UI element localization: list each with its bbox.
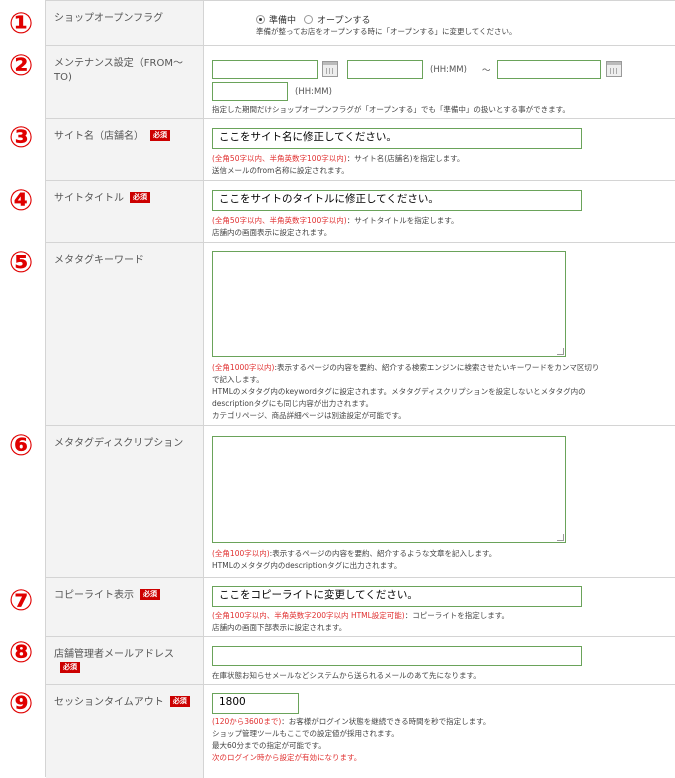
- row-session-timeout: セッションタイムアウト 必須 1800 (120から3600まで)：お客様がログイ…: [46, 684, 675, 778]
- row-site-name: サイト名（店舗名） 必須 ここをサイト名に修正してください。 (全角50字以内、半…: [46, 118, 675, 181]
- maintenance-to-time-input[interactable]: [212, 82, 288, 101]
- maintenance-from-time-input[interactable]: [347, 60, 423, 79]
- resize-handle[interactable]: [557, 534, 564, 541]
- help-text: 準備が整ってお店をオープンする時に「オープンする」に変更してください。: [256, 27, 517, 36]
- marker-6: ⑥: [8, 428, 34, 462]
- help-text: ：コピーライトを指定します。: [404, 611, 509, 620]
- help-text: で記入します。: [212, 375, 264, 384]
- calendar-icon[interactable]: [606, 61, 622, 77]
- marker-1: ①: [8, 6, 34, 40]
- help-text: HTMLのメタタグ内のdescriptionタグに出力されます。: [212, 561, 402, 570]
- resize-handle[interactable]: [557, 348, 564, 355]
- limit-text: (全角100字以内): [212, 549, 270, 558]
- copyright-input[interactable]: ここをコピーライトに変更してください。: [212, 586, 582, 607]
- row-label: メンテナンス設定（FROM〜TO): [54, 58, 183, 83]
- row-meta-description: メタタグディスクリプション (全角100字以内):表示するページの内容を要約、紹…: [46, 425, 675, 578]
- radio-open-label: オープンする: [317, 16, 371, 26]
- row-shop-open-flag: ショップオープンフラグ 準備中 オープンする 準備が整ってお店をオープンする時に…: [46, 0, 675, 46]
- row-label: メタタグディスクリプション: [54, 438, 184, 449]
- help-text: descriptionタグにも同じ内容が出力されます。: [212, 399, 373, 408]
- row-label: コピーライト表示: [54, 590, 134, 601]
- limit-text: (全角100字以内、半角英数字200字以内 HTML設定可能): [212, 611, 405, 620]
- marker-3: ③: [8, 120, 34, 154]
- marker-4: ④: [8, 183, 34, 217]
- warning-text: 次のログイン時から設定が有効になります。: [212, 753, 362, 762]
- limit-text: (全角1000字以内): [212, 363, 275, 372]
- required-badge: 必須: [140, 589, 160, 600]
- help-text: :表示するページの内容を要約、紹介する検索エンジンに検索させたいキーワードをカン…: [274, 363, 600, 372]
- marker-7: ⑦: [8, 583, 34, 617]
- site-name-input[interactable]: ここをサイト名に修正してください。: [212, 128, 582, 149]
- row-copyright: コピーライト表示 必須 ここをコピーライトに変更してください。 (全角100字以内…: [46, 577, 675, 637]
- meta-keyword-textarea[interactable]: [212, 251, 566, 357]
- help-text: カテゴリページ、商品詳細ページは別途設定が可能です。: [212, 411, 406, 420]
- maintenance-to-date-input[interactable]: [497, 60, 601, 79]
- time-format-label: (HH:MM): [295, 87, 332, 97]
- radio-preparing[interactable]: 準備中: [256, 13, 296, 26]
- settings-table: ショップオープンフラグ 準備中 オープンする 準備が整ってお店をオープンする時に…: [45, 0, 675, 778]
- help-text: 指定した期間だけショップオープンフラグが「オープンする」でも「準備中」の扱いとす…: [212, 105, 570, 114]
- radio-preparing-label: 準備中: [269, 16, 297, 26]
- row-label: サイト名（店舗名）: [54, 131, 144, 142]
- calendar-icon[interactable]: [322, 61, 338, 77]
- help-text: 店舗内の画面表示に設定されます。: [212, 228, 332, 237]
- required-badge: 必須: [150, 130, 170, 141]
- marker-8: ⑧: [8, 635, 34, 669]
- row-maintenance: メンテナンス設定（FROM〜TO) (HH:MM) 〜 (HH:MM) 指定した…: [46, 45, 675, 119]
- marker-9: ⑨: [8, 686, 34, 720]
- marker-5: ⑤: [8, 245, 34, 279]
- row-admin-email: 店舗管理者メールアドレス必須 在庫状態お知らせメールなどシステムから送られるメー…: [46, 636, 675, 685]
- row-label: メタタグキーワード: [54, 255, 144, 266]
- help-text: 最大60分までの指定が可能です。: [212, 741, 326, 750]
- site-title-input[interactable]: ここをサイトのタイトルに修正してください。: [212, 190, 582, 211]
- required-badge: 必須: [169, 696, 190, 707]
- row-label: 店舗管理者メールアドレス: [54, 649, 174, 660]
- help-text: :表示するページの内容を要約、紹介するような文章を記入します。: [269, 549, 497, 558]
- help-text: 在庫状態お知らせメールなどシステムから送られるメールのあて先になります。: [212, 671, 481, 680]
- radio-preparing-button[interactable]: [256, 15, 265, 24]
- help-text: ショップ管理ツールもここでの設定値が採用されます。: [212, 729, 399, 738]
- maintenance-from-date-input[interactable]: [212, 60, 318, 79]
- help-text: HTMLのメタタグ内のkeywordタグに設定されます。メタタグディスクリプショ…: [212, 387, 586, 396]
- limit-text: (120から3600まで): [212, 717, 282, 726]
- help-text: ：サイトタイトルを指定します。: [346, 216, 459, 225]
- required-badge: 必須: [60, 662, 80, 673]
- session-timeout-input[interactable]: 1800: [212, 693, 299, 714]
- limit-text: (全角50字以内、半角英数字100字以内): [212, 216, 347, 225]
- time-format-label: (HH:MM): [430, 65, 467, 75]
- required-badge: 必須: [130, 192, 150, 203]
- range-tilde: 〜: [482, 66, 491, 76]
- help-text: ：お客様がログイン状態を継続できる時間を秒で指定します。: [281, 717, 491, 726]
- row-meta-keyword: メタタグキーワード (全角1000字以内):表示するページの内容を要約、紹介する…: [46, 242, 675, 426]
- row-label: サイトタイトル: [54, 193, 124, 204]
- marker-2: ②: [8, 48, 34, 82]
- help-text: ：サイト名(店舗名)を指定します。: [346, 154, 465, 163]
- row-label: ショップオープンフラグ: [54, 13, 164, 24]
- radio-open-button[interactable]: [304, 15, 313, 24]
- row-site-title: サイトタイトル 必須 ここをサイトのタイトルに修正してください。 (全角50字以内…: [46, 180, 675, 243]
- help-text: 送信メールのfrom名称に設定されます。: [212, 166, 349, 175]
- radio-open[interactable]: オープンする: [304, 13, 370, 26]
- row-label: セッションタイムアウト: [54, 697, 164, 708]
- admin-email-input[interactable]: [212, 646, 582, 666]
- help-text: 店舗内の画面下部表示に設定されます。: [212, 623, 347, 632]
- meta-description-textarea[interactable]: [212, 436, 566, 543]
- limit-text: (全角50字以内、半角英数字100字以内): [212, 154, 347, 163]
